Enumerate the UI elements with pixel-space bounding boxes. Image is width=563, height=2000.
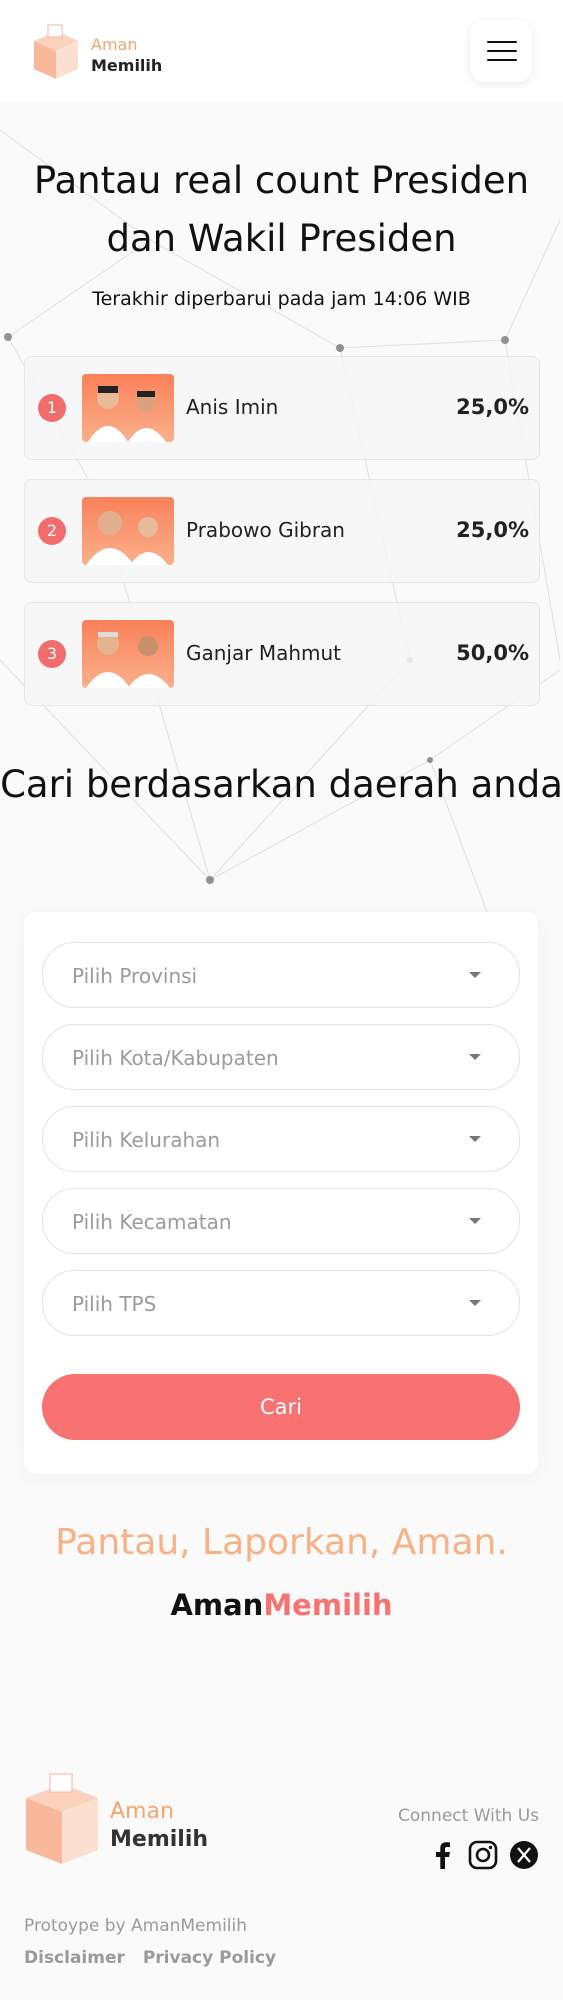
header-logo[interactable]: Aman Memilih (30, 18, 180, 88)
select-placeholder: Pilih Kecamatan (72, 1210, 232, 1234)
connect-label: Connect With Us (398, 1806, 539, 1826)
prototype-credit: Protoype by AmanMemilih (24, 1916, 248, 1936)
candidate-name: Ganjar Mahmut (186, 641, 342, 665)
candidate-number-badge: 1 (38, 394, 66, 422)
candidate-card[interactable]: 2 Prabowo Gibran 25,0% (24, 479, 540, 583)
city-select[interactable]: Pilih Kota/Kabupaten (42, 1024, 520, 1090)
chevron-down-icon (469, 1054, 481, 1060)
chevron-down-icon (469, 972, 481, 978)
candidate-name: Anis Imin (186, 395, 279, 419)
facebook-icon[interactable] (428, 1840, 458, 1870)
chevron-down-icon (469, 1300, 481, 1306)
candidate-photo (82, 620, 174, 688)
select-placeholder: Pilih Kelurahan (72, 1128, 221, 1152)
logo-aman: Aman (91, 35, 138, 54)
footer-logo-memilih: Memilih (110, 1827, 209, 1852)
logo-text: Aman Memilih (91, 34, 162, 76)
footer-logo-aman: Aman (110, 1799, 174, 1824)
candidate-name: Prabowo Gibran (186, 518, 345, 542)
brand-memilih: Memilih (263, 1588, 393, 1622)
brand-wordmark: AmanMemilih (0, 1588, 563, 1622)
menu-line (487, 41, 517, 43)
footer-logo-text: Aman Memilih (110, 1798, 208, 1854)
candidate-photo (82, 374, 174, 442)
tps-select[interactable]: Pilih TPS (42, 1270, 520, 1336)
last-updated-text: Terakhir diperbarui pada jam 14:06 WIB (92, 288, 471, 310)
hamburger-menu-icon[interactable] (470, 20, 532, 82)
candidate-card[interactable]: 1 Anis Imin 25,0% (24, 356, 540, 460)
tagline: Pantau, Laporkan, Aman. (55, 1522, 508, 1563)
select-placeholder: Pilih Kota/Kabupaten (72, 1046, 279, 1070)
search-form: Pilih Provinsi Pilih Kota/Kabupaten Pili… (24, 912, 538, 1474)
candidate-number-badge: 3 (38, 640, 66, 668)
menu-line (487, 59, 517, 61)
candidate-percent: 50,0% (456, 641, 529, 665)
ballot-box-icon (34, 24, 78, 79)
footer-logo[interactable]: Aman Memilih (22, 1772, 222, 1872)
chevron-down-icon (469, 1218, 481, 1224)
top-header: Aman Memilih (0, 0, 563, 102)
province-select[interactable]: Pilih Provinsi (42, 942, 520, 1008)
menu-line (487, 50, 517, 52)
candidate-photo (82, 497, 174, 565)
candidate-percent: 25,0% (456, 518, 529, 542)
candidate-card[interactable]: 3 Ganjar Mahmut 50,0% (24, 602, 540, 706)
x-twitter-icon[interactable] (509, 1840, 539, 1870)
search-section-title: Cari berdasarkan daerah anda (0, 756, 563, 814)
select-placeholder: Pilih Provinsi (72, 964, 198, 988)
select-placeholder: Pilih TPS (72, 1292, 157, 1316)
search-button[interactable]: Cari (42, 1374, 520, 1440)
kecamatan-select[interactable]: Pilih Kecamatan (42, 1188, 520, 1254)
ballot-box-icon (26, 1773, 98, 1864)
logo-memilih: Memilih (91, 56, 163, 75)
candidate-number-badge: 2 (38, 517, 66, 545)
footer-links: Disclaimer Privacy Policy (24, 1948, 288, 1968)
candidate-percent: 25,0% (456, 395, 529, 419)
privacy-policy-link[interactable]: Privacy Policy (143, 1948, 276, 1968)
kelurahan-select[interactable]: Pilih Kelurahan (42, 1106, 520, 1172)
page-title: Pantau real count Presiden dan Wakil Pre… (33, 159, 530, 260)
search-title-text: Cari berdasarkan daerah anda (0, 763, 563, 806)
brand-aman: Aman (170, 1588, 264, 1622)
instagram-icon[interactable] (468, 1840, 498, 1870)
chevron-down-icon (469, 1136, 481, 1142)
disclaimer-link[interactable]: Disclaimer (24, 1948, 125, 1968)
